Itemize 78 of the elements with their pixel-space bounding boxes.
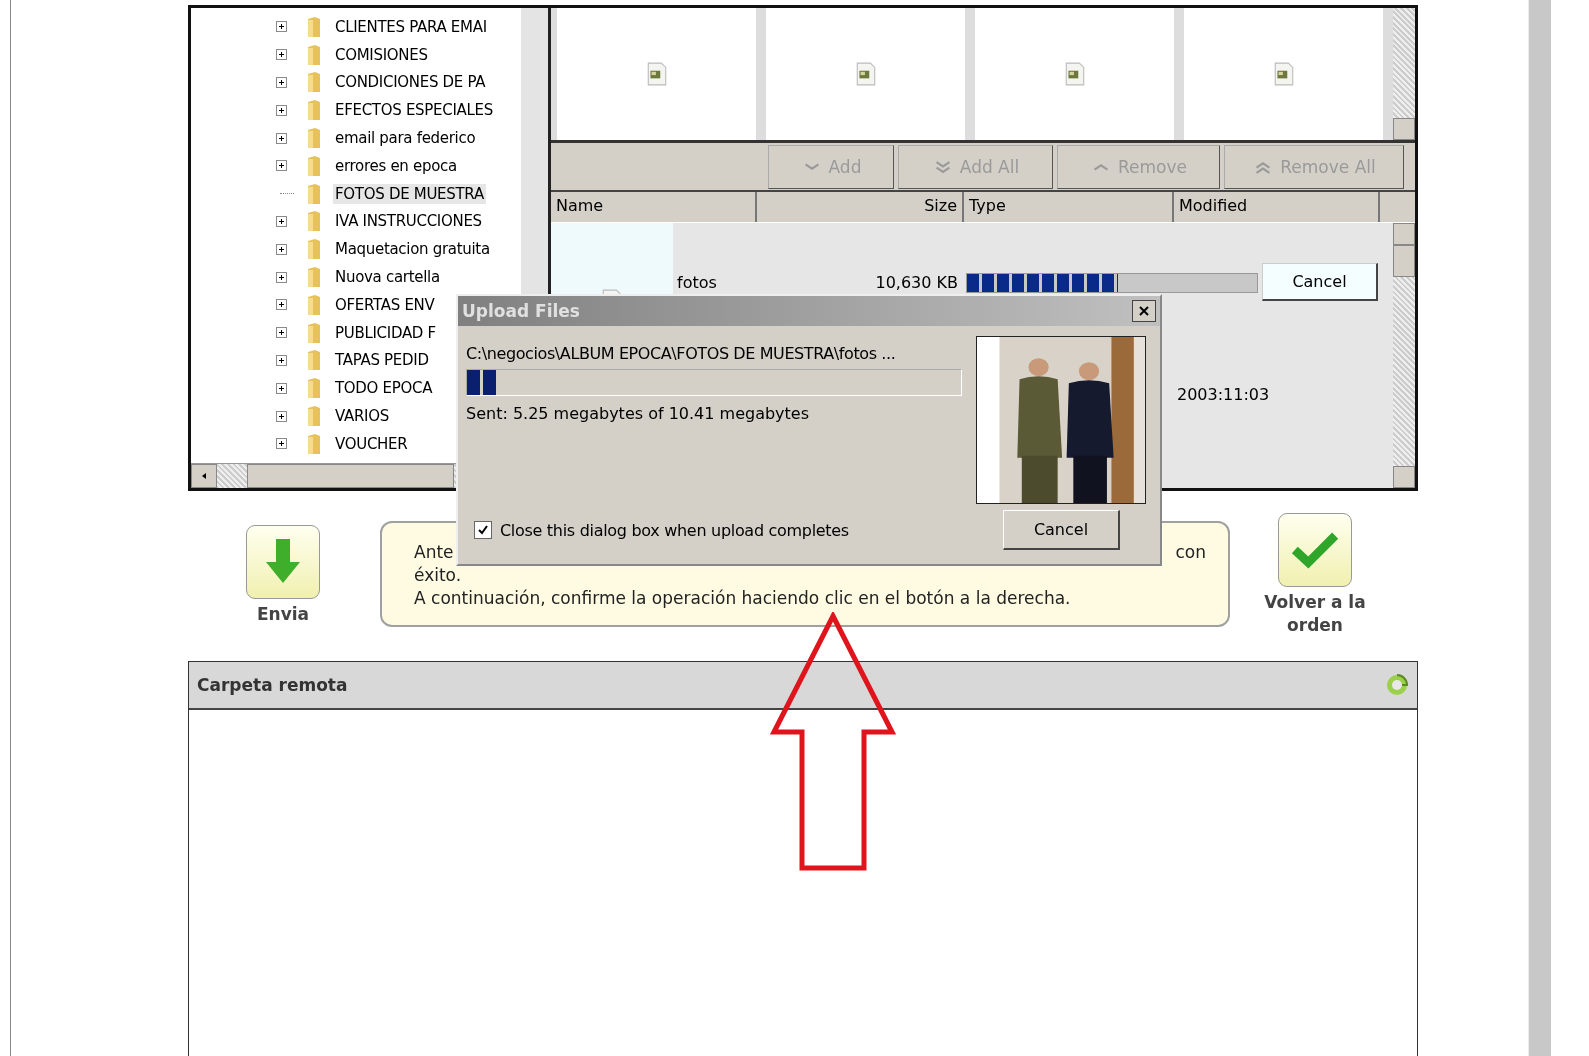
- close-icon: [1138, 305, 1150, 317]
- folder-icon: [306, 210, 322, 233]
- expand-icon[interactable]: [276, 354, 287, 366]
- page-scrollbar[interactable]: [1528, 0, 1551, 1056]
- expand-icon[interactable]: [276, 299, 287, 311]
- folder-icon: [306, 71, 322, 94]
- vertical-scrollbar[interactable]: [1393, 8, 1415, 140]
- folder-name[interactable]: COMISIONES: [333, 44, 430, 65]
- folder-name[interactable]: email para federico: [333, 128, 478, 149]
- info-text: Ante: [414, 541, 454, 564]
- expand-icon[interactable]: [276, 215, 287, 227]
- folder-icon: [306, 349, 322, 372]
- folder-icon: [306, 15, 322, 38]
- file-path: C:\negocios\ALBUM EPOCA\FOTOS DE MUESTRA\fotos ...: [466, 344, 897, 363]
- send-button[interactable]: [246, 525, 320, 599]
- folder-icon: [306, 182, 322, 205]
- folder-icon: [306, 43, 322, 66]
- expand-icon[interactable]: [276, 132, 287, 144]
- folder-name[interactable]: FOTOS DE MUESTRA: [333, 183, 486, 204]
- back-label: Volver a la orden: [1263, 591, 1367, 637]
- folder-name[interactable]: EFECTOS ESPECIALES: [333, 100, 495, 121]
- checkmark-icon: [477, 524, 489, 536]
- folder-icon: [306, 405, 322, 428]
- folder-icon: [306, 321, 322, 344]
- expand-icon[interactable]: [276, 327, 287, 339]
- folder-name[interactable]: Nuova cartella: [333, 267, 442, 288]
- info-text: con: [1175, 541, 1206, 564]
- expand-icon[interactable]: [276, 49, 287, 61]
- expand-icon[interactable]: [276, 160, 287, 172]
- image-file-icon: [1063, 62, 1086, 86]
- back-button[interactable]: [1278, 513, 1352, 587]
- send-label: Envia: [256, 603, 310, 626]
- folder-name[interactable]: errores en epoca: [333, 155, 459, 176]
- folder-icon: [306, 377, 322, 400]
- folder-name[interactable]: CONDICIONES DE PA: [333, 72, 488, 93]
- refresh-icon[interactable]: [1385, 673, 1409, 697]
- folder-icon: [306, 266, 322, 289]
- image-file-icon: [1272, 62, 1295, 86]
- scroll-left-icon: [200, 472, 208, 480]
- folder-icon: [306, 432, 322, 455]
- folder-icon: [306, 154, 322, 177]
- folder-name[interactable]: CLIENTES PARA EMAI: [333, 16, 489, 37]
- image-file-icon: [645, 62, 668, 86]
- image-file-icon: [854, 62, 877, 86]
- info-text: A continuación, confirme la operación haciendo clic en el botón a la derecha.: [414, 587, 1072, 610]
- folder-name[interactable]: VARIOS: [333, 406, 391, 427]
- expand-icon[interactable]: [276, 438, 287, 450]
- check-icon: [1291, 530, 1339, 570]
- expand-icon[interactable]: [276, 382, 287, 394]
- cancel-button[interactable]: Cancel: [1003, 510, 1120, 550]
- folder-name[interactable]: VOUCHER: [333, 433, 410, 454]
- folder-name[interactable]: OFERTAS ENV: [333, 294, 437, 315]
- file-size: 10,630 KB: [874, 273, 958, 292]
- folder-icon: [306, 293, 322, 316]
- expand-icon[interactable]: [276, 271, 287, 283]
- expand-icon[interactable]: [276, 104, 287, 116]
- info-text: éxito.: [414, 564, 463, 587]
- folder-icon: [306, 99, 322, 122]
- folder-name[interactable]: IVA INSTRUCCIONES: [333, 211, 484, 232]
- close-button[interactable]: [1132, 300, 1156, 322]
- expand-icon[interactable]: [276, 21, 287, 33]
- folder-name[interactable]: TAPAS PEDID: [333, 350, 431, 371]
- folder-name[interactable]: PUBLICIDAD F: [333, 322, 438, 343]
- sent-status: Sent: 5.25 megabytes of 10.41 megabytes: [466, 404, 811, 423]
- expand-icon[interactable]: [276, 243, 287, 255]
- folder-name[interactable]: Maquetacion gratuita: [333, 239, 492, 260]
- modified-date: 2003:11:03: [1177, 385, 1270, 404]
- close-when-done-checkbox[interactable]: Close this dialog box when upload completes: [474, 520, 849, 540]
- folder-name[interactable]: TODO EPOCA: [333, 378, 435, 399]
- folder-icon: [306, 127, 322, 150]
- expand-icon[interactable]: [276, 410, 287, 422]
- vertical-scrollbar[interactable]: [1393, 223, 1415, 488]
- cancel-button[interactable]: Cancel: [1262, 263, 1378, 301]
- folder-icon: [306, 238, 322, 261]
- file-name: fotos: [677, 273, 718, 292]
- expand-icon[interactable]: [276, 77, 287, 88]
- dialog-title: Upload Files: [462, 301, 580, 321]
- panel-title: Carpeta remota: [197, 675, 348, 695]
